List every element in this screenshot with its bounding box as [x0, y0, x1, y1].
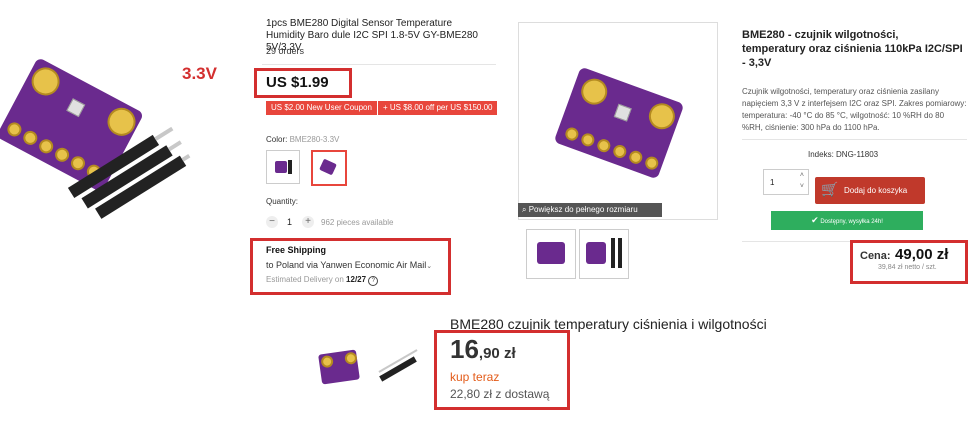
quantity-label: Quantity: — [266, 197, 299, 206]
gallery-thumb-1[interactable] — [526, 229, 576, 279]
divider — [742, 139, 967, 140]
quantity-input[interactable]: 1 ˄ ˅ — [763, 169, 809, 195]
buy-now-link[interactable]: kup teraz — [450, 370, 499, 384]
divider — [262, 64, 496, 65]
mounting-hole — [26, 62, 65, 101]
color-value: BME280-3.3V — [289, 135, 340, 144]
add-to-cart-button[interactable]: 🛒 Dodaj do koszyka — [815, 177, 925, 204]
zoom-bar[interactable]: ⌕ Powiększ do pełnego rozmiaru — [518, 203, 662, 217]
discount-coupon[interactable]: + US $8.00 off per US $150.00 — [378, 101, 498, 115]
gallery-thumb-2[interactable] — [579, 229, 629, 279]
net-price: 39,84 zł netto / szt. — [878, 264, 937, 271]
qty-plus-button[interactable]: + — [302, 216, 314, 228]
product-image-5 — [318, 336, 430, 416]
pin-pad — [20, 128, 40, 148]
price-main: 16 — [450, 334, 479, 364]
product-description: Czujnik wilgotności, temperatury oraz ci… — [742, 87, 967, 132]
delivery-prefix: Estimated Delivery on — [266, 275, 344, 284]
add-to-cart-label: Dodaj do koszyka — [844, 186, 908, 195]
pcb-board — [553, 66, 685, 180]
color-option-2-selected[interactable] — [311, 150, 347, 186]
check-icon: ✔ — [811, 215, 819, 225]
price-label: Cena: — [860, 250, 891, 262]
available-stock: 962 pieces available — [321, 218, 394, 227]
order-count: 29 orders — [266, 46, 305, 56]
zoom-label: Powiększ do pełnego rozmiaru — [528, 205, 638, 214]
shipping-price: 22,80 zł z dostawą — [450, 387, 550, 401]
sensor-chip — [66, 98, 86, 118]
color-option-label: Color: BME280-3.3V — [266, 135, 339, 144]
product-price: US $1.99 — [266, 74, 329, 91]
pin-pad — [36, 136, 56, 156]
pin-pad — [4, 119, 24, 139]
quantity-value: 1 — [770, 178, 775, 187]
magnifier-icon: ⌕ — [522, 205, 527, 214]
cart-icon: 🛒 — [821, 181, 839, 197]
pin-pad — [68, 153, 88, 173]
product-price-pl: 49,00 zł — [895, 246, 949, 263]
product-price-allegro: 16,90 zł — [450, 334, 516, 365]
color-label: Color: — [266, 135, 288, 144]
new-user-coupon[interactable]: US $2.00 New User Coupon — [266, 101, 377, 115]
shipping-title: Free Shipping — [266, 245, 327, 255]
chevron-down-icon: ⌄ — [426, 263, 433, 270]
estimated-delivery: Estimated Delivery on 12/27 ? — [266, 275, 379, 286]
gallery-main-image[interactable] — [518, 22, 718, 220]
help-icon[interactable]: ? — [368, 276, 379, 286]
mounting-hole — [102, 102, 141, 141]
delivery-date: 12/27 — [346, 275, 367, 284]
stepper-down-icon[interactable]: ˅ — [800, 183, 804, 190]
pin-pad — [52, 145, 72, 165]
color-option-1[interactable] — [266, 150, 300, 184]
availability-text: Dostępny, wysyłka 24h! — [820, 219, 883, 225]
stepper-up-icon[interactable]: ˄ — [800, 172, 804, 179]
product-title-pl: BME280 - czujnik wilgotności, temperatur… — [742, 29, 963, 69]
availability-badge: ✔ Dostępny, wysyłka 24h! — [771, 211, 923, 230]
voltage-label: 3.3V — [182, 64, 217, 83]
price-decimal: ,90 zł — [478, 345, 516, 362]
product-index: Indeks: DNG-11803 — [808, 150, 879, 159]
shipping-method[interactable]: to Poland via Yanwen Economic Air Mail⌄ — [266, 260, 432, 270]
qty-minus-button[interactable]: − — [266, 216, 278, 228]
price-row: Cena: 49,00 zł — [860, 246, 948, 264]
qty-value[interactable]: 1 — [287, 217, 292, 227]
shipping-method-text: to Poland via Yanwen Economic Air Mail — [266, 260, 427, 270]
